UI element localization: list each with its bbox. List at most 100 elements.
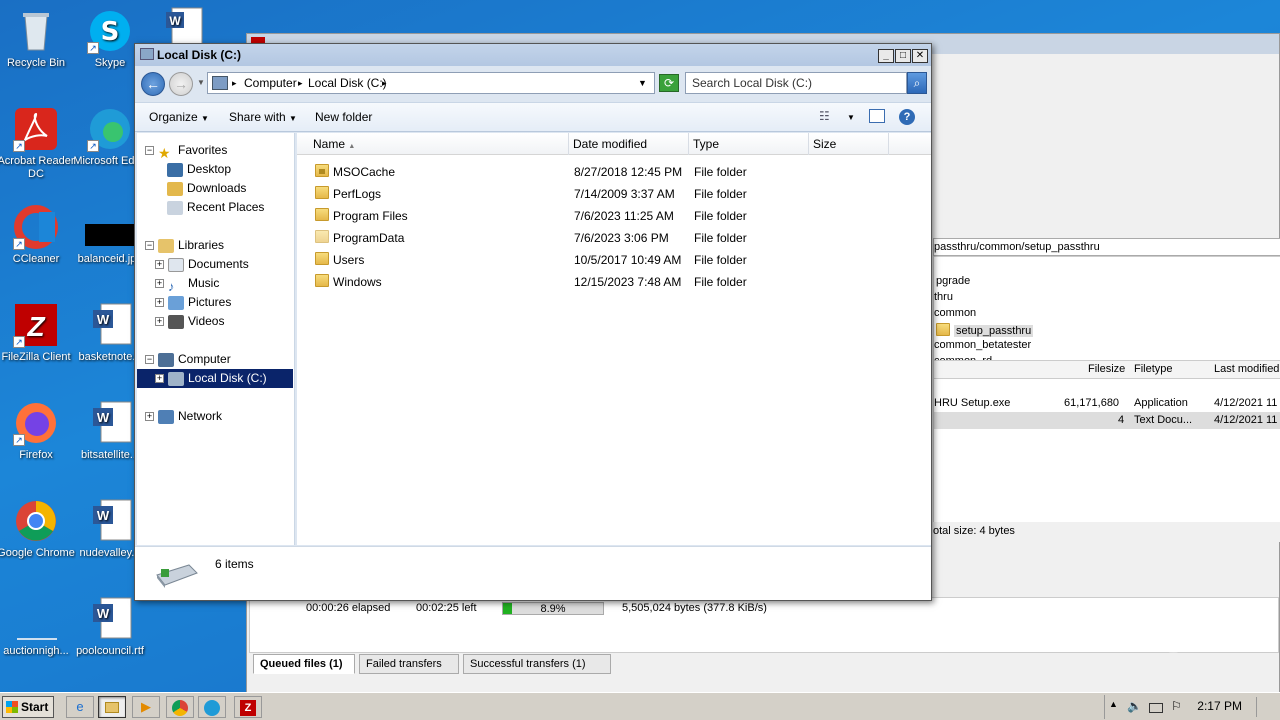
nav-local-disk[interactable]: + Local Disk (C:) [137, 369, 293, 388]
file-row-program-files[interactable]: Program Files 7/6/2023 11:25 AM File fol… [297, 205, 931, 227]
file-row-programdata[interactable]: ProgramData 7/6/2023 3:06 PM File folder [297, 227, 931, 249]
preview-pane-icon[interactable] [869, 109, 885, 123]
file-row-windows[interactable]: Windows 12/15/2023 7:48 AM File folder [297, 271, 931, 293]
header-last-modified[interactable]: Last modified [1214, 363, 1279, 375]
address-dropdown[interactable]: ▼ [638, 78, 647, 88]
column-date-modified[interactable]: Date modified [569, 133, 689, 155]
desktop-icon-acrobat[interactable]: ↗ Acrobat Reader DC [0, 106, 76, 181]
desktop-icon-recycle-bin[interactable]: Recycle Bin [0, 8, 76, 70]
clock[interactable]: 2:17 PM [1197, 699, 1242, 713]
desktop-icon-auctionnigh[interactable]: auctionnigh... [0, 596, 76, 658]
expand-icon[interactable]: + [155, 298, 164, 308]
taskbar-filezilla-icon[interactable]: Z [234, 696, 262, 718]
header-filesize[interactable]: Filesize [1088, 363, 1125, 375]
breadcrumb-arrow[interactable]: ▸ [382, 78, 387, 89]
minimize-button[interactable]: _ [878, 49, 894, 63]
expand-icon[interactable]: + [155, 260, 164, 270]
view-dropdown-icon[interactable]: ▼ [847, 113, 855, 122]
maximize-button[interactable]: □ [895, 49, 911, 63]
tree-item-selected[interactable]: setup_passthru [934, 321, 1280, 337]
desktop-icon-ccleaner[interactable]: ↗ CCleaner [0, 204, 76, 266]
nav-recent-places[interactable]: Recent Places [167, 198, 264, 217]
file-row-perflogs[interactable]: PerfLogs 7/14/2009 3:37 AM File folder [297, 183, 931, 205]
taskbar-explorer-icon[interactable] [98, 696, 126, 718]
nav-computer[interactable]: − Computer [145, 350, 231, 369]
nav-videos[interactable]: + Videos [155, 312, 224, 331]
column-name[interactable]: Name ▲ [297, 133, 569, 155]
nav-label: Network [178, 409, 223, 423]
tab-successful-transfers[interactable]: Successful transfers (1) [463, 654, 611, 674]
file-list[interactable]: Name ▲ Date modified Type Size MSOCache … [297, 133, 931, 545]
watermark-text: ANY RUN [993, 612, 1232, 663]
tree-item[interactable]: common [934, 305, 1280, 321]
tree-item-label: common [934, 307, 977, 319]
breadcrumb-computer[interactable]: Computer [244, 76, 297, 90]
flag-tray-icon[interactable]: ⚐ [1171, 699, 1182, 713]
file-row-msocache[interactable]: MSOCache 8/27/2018 12:45 PM File folder [297, 161, 931, 183]
collapse-icon[interactable]: − [145, 241, 154, 251]
tree-item[interactable]: common_betatester [934, 337, 1280, 353]
remote-tree[interactable]: pgrade thru common setup_passthru common… [933, 256, 1280, 367]
explorer-window[interactable]: Local Disk (C:) _ □ ✕ ← → ▼ ▸ Computer ▸ L… [134, 43, 932, 601]
nav-documents[interactable]: + Documents [155, 255, 249, 274]
address-bar[interactable]: ▸ Computer ▸ Local Disk (C:) ▸ ▼ [207, 72, 655, 94]
view-options-icon[interactable]: ☷ [819, 109, 830, 123]
tree-item[interactable]: thru [934, 289, 1280, 305]
share-with-button[interactable]: Share with ▼ [229, 110, 297, 124]
volume-icon[interactable]: 🔈 [1127, 699, 1142, 713]
desktop-icon-firefox[interactable]: ↗ Firefox [0, 400, 76, 462]
tab-failed-transfers[interactable]: Failed transfers [359, 654, 459, 674]
search-icon[interactable]: ⌕ [907, 72, 927, 94]
network-tray-icon[interactable] [1149, 703, 1163, 713]
recent-pages-dropdown[interactable]: ▼ [197, 78, 205, 87]
nav-libraries[interactable]: − Libraries [145, 236, 224, 255]
nav-pictures[interactable]: + Pictures [155, 293, 231, 312]
refresh-button[interactable]: ⟳ [659, 74, 679, 92]
remote-file-list[interactable]: Filesize Filetype Last modified HRU Setu… [933, 360, 1280, 540]
explorer-titlebar[interactable]: Local Disk (C:) _ □ ✕ [135, 44, 931, 66]
remote-file-row[interactable]: 4 Text Docu... 4/12/2021 11 [934, 412, 1280, 429]
tree-item[interactable]: pgrade [934, 273, 1280, 289]
expand-icon[interactable]: + [155, 279, 164, 289]
collapse-icon[interactable]: − [145, 146, 154, 156]
nav-favorites[interactable]: − ★ Favorites [145, 141, 227, 161]
taskbar-chrome-icon[interactable] [166, 696, 194, 718]
header-filetype[interactable]: Filetype [1134, 363, 1173, 375]
back-button[interactable]: ← [141, 72, 165, 96]
tab-queued-files[interactable]: Queued files (1) [253, 654, 355, 674]
file-date: 7/6/2023 11:25 AM [574, 209, 674, 223]
new-folder-button[interactable]: New folder [315, 110, 372, 124]
column-size[interactable]: Size [809, 133, 889, 155]
desktop-icon-chrome[interactable]: Google Chrome [0, 498, 76, 560]
expand-icon[interactable]: + [155, 374, 164, 384]
search-input[interactable]: Search Local Disk (C:) [685, 72, 907, 94]
close-button[interactable]: ✕ [912, 49, 928, 63]
show-desktop-button[interactable] [1256, 697, 1278, 717]
breadcrumb-arrow[interactable]: ▸ [232, 78, 237, 89]
collapse-icon[interactable]: − [145, 355, 154, 365]
file-row-users[interactable]: Users 10/5/2017 10:49 AM File folder [297, 249, 931, 271]
taskbar-edge-icon[interactable] [198, 696, 226, 718]
tray-overflow-icon[interactable]: ▲ [1109, 699, 1118, 709]
taskbar-media-player-icon[interactable]: ▶ [132, 696, 160, 718]
nav-network[interactable]: + Network [145, 407, 222, 426]
breadcrumb-arrow[interactable]: ▸ [298, 78, 303, 89]
start-button[interactable]: Start [2, 696, 54, 718]
desktop-icon-poolcouncil[interactable]: W poolcouncil.rtf [70, 596, 150, 658]
desktop-icon-filezilla[interactable]: Z ↗ FileZilla Client [0, 302, 76, 364]
remote-file-row[interactable]: HRU Setup.exe 61,171,680 Application 4/1… [934, 395, 1280, 412]
nav-downloads[interactable]: Downloads [167, 179, 246, 198]
navigation-pane[interactable]: − ★ Favorites Desktop Downloads Recent Pla… [137, 133, 295, 545]
taskbar-ie-icon[interactable]: e [66, 696, 94, 718]
nav-music[interactable]: + ♪ Music [155, 274, 219, 294]
expand-icon[interactable]: + [155, 317, 164, 327]
help-icon[interactable]: ? [899, 109, 915, 125]
breadcrumb-local-disk[interactable]: Local Disk (C:) [308, 76, 387, 90]
nav-desktop[interactable]: Desktop [167, 160, 231, 179]
expand-icon[interactable]: + [145, 412, 154, 422]
nav-label: Downloads [187, 181, 247, 195]
forward-button[interactable]: → [169, 72, 193, 96]
organize-button[interactable]: Organize ▼ [149, 110, 209, 124]
column-type[interactable]: Type [689, 133, 809, 155]
remote-path-input[interactable]: passthru/common/setup_passthru [933, 238, 1280, 256]
